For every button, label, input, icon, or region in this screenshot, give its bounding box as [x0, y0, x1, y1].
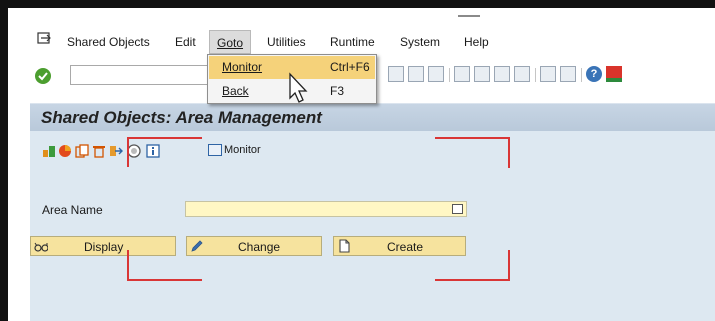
- main-content: Monitor Area Name Display Change Create: [30, 131, 715, 321]
- page-title: Shared Objects: Area Management: [41, 108, 322, 127]
- area-name-label: Area Name: [42, 203, 103, 217]
- area-name-input[interactable]: [185, 201, 467, 217]
- highlight-bracket-bottom-left-v: [127, 250, 129, 281]
- value-help-icon[interactable]: [448, 201, 466, 217]
- enter-check-icon[interactable]: [35, 68, 51, 84]
- create-session-icon[interactable]: [540, 66, 556, 82]
- new-document-icon: [339, 239, 350, 253]
- toolbar-separator: [581, 68, 582, 82]
- menu-utilities[interactable]: Utilities: [267, 35, 306, 49]
- menu-icon[interactable]: [37, 32, 52, 49]
- sync-icon[interactable]: [42, 144, 56, 158]
- menu-help[interactable]: Help: [464, 35, 489, 49]
- invalidate-icon[interactable]: [58, 144, 72, 158]
- first-page-icon[interactable]: [454, 66, 470, 82]
- menu-item-back-label: Back: [222, 84, 249, 98]
- display-button[interactable]: Display: [30, 236, 176, 256]
- highlight-bracket-top-right-h: [435, 137, 510, 139]
- customize-layout-icon[interactable]: [606, 66, 622, 82]
- information-icon[interactable]: [146, 144, 160, 158]
- transport-icon[interactable]: [109, 144, 123, 158]
- menu-shared-objects[interactable]: Shared Objects: [67, 35, 150, 49]
- monitor-button[interactable]: Monitor: [224, 144, 261, 156]
- shortcut-icon[interactable]: [560, 66, 576, 82]
- menu-goto-label: Goto: [217, 36, 244, 50]
- menu-item-monitor-shortcut: Ctrl+F6: [330, 60, 370, 74]
- menu-edit[interactable]: Edit: [175, 35, 196, 49]
- monitor-icon[interactable]: [208, 144, 222, 156]
- mouse-pointer-icon: [289, 72, 308, 103]
- status-icon[interactable]: [127, 144, 141, 158]
- frame-indicator: [458, 15, 480, 17]
- change-button-label: Change: [238, 240, 281, 254]
- menu-runtime[interactable]: Runtime: [330, 35, 375, 49]
- create-button[interactable]: Create: [333, 236, 466, 256]
- menu-item-monitor-label: Monitor: [222, 60, 263, 74]
- display-button-label: Display: [84, 240, 124, 254]
- highlight-bracket-top-left-v: [127, 137, 129, 167]
- toolbar-separator: [449, 68, 450, 82]
- copy-icon[interactable]: [75, 144, 89, 158]
- highlight-bracket-bottom-left-h: [127, 279, 202, 281]
- last-page-icon[interactable]: [514, 66, 530, 82]
- print-icon[interactable]: [388, 66, 404, 82]
- menu-goto[interactable]: Goto: [209, 30, 252, 54]
- window-frame-left: [0, 0, 8, 321]
- highlight-bracket-top-left-h: [127, 137, 202, 139]
- previous-page-icon[interactable]: [474, 66, 490, 82]
- next-page-icon[interactable]: [494, 66, 510, 82]
- change-button[interactable]: Change: [186, 236, 322, 256]
- menu-system[interactable]: System: [400, 35, 440, 49]
- delete-icon[interactable]: [92, 144, 106, 158]
- page-title-bar: Shared Objects: Area Management: [30, 103, 715, 131]
- glasses-icon: [34, 242, 48, 252]
- toolbar-separator: [535, 68, 536, 82]
- highlight-bracket-bottom-right-v: [508, 250, 510, 281]
- highlight-bracket-bottom-right-h: [435, 279, 510, 281]
- pencil-icon: [191, 240, 203, 252]
- window-frame-top: [8, 0, 715, 8]
- find-next-icon[interactable]: [428, 66, 444, 82]
- help-icon[interactable]: ?: [586, 66, 602, 82]
- highlight-bracket-top-right-v: [508, 137, 510, 168]
- menu-bar: Shared Objects Edit Goto Utilities Runti…: [8, 29, 715, 55]
- create-button-label: Create: [387, 240, 424, 254]
- menu-item-back-shortcut: F3: [330, 84, 345, 98]
- find-icon[interactable]: [408, 66, 424, 82]
